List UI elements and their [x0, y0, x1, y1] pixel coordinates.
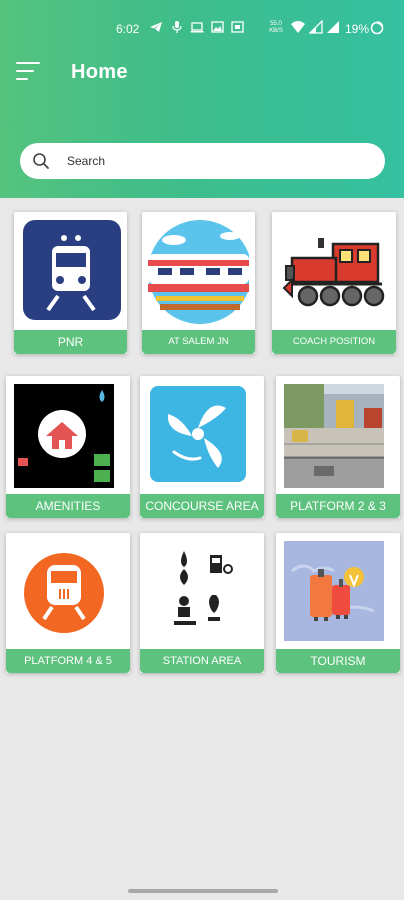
tile-pnr[interactable]: PNR [14, 212, 127, 354]
tile-tourism[interactable]: TOURISM [276, 533, 400, 673]
tile-label: COACH POSITION [272, 330, 396, 354]
data-speed: 55.0 KB/S [269, 21, 283, 34]
search-input[interactable]: Search [20, 143, 385, 179]
status-time: 6:02 [116, 22, 140, 36]
tile-station-area[interactable]: STATION AREA [140, 533, 264, 673]
microphone-icon [172, 21, 182, 33]
status-bar: 6:02 55.0 KB/S 19% [0, 14, 404, 42]
tile-label: TOURISM [276, 649, 400, 673]
wifi-icon [291, 21, 305, 33]
hamburger-menu-icon[interactable] [16, 62, 42, 82]
battery-icon [370, 21, 384, 35]
search-placeholder: Search [67, 154, 106, 168]
signal-icon [309, 20, 323, 34]
tile-label: CONCOURSE AREA [140, 494, 264, 518]
tile-label: STATION AREA [140, 649, 264, 673]
tile-label: AT SALEM JN [142, 330, 255, 354]
locomotive-icon [278, 218, 390, 328]
telegram-icon [150, 22, 162, 32]
platform-photo [284, 384, 384, 488]
station-facilities-icon [148, 541, 256, 645]
laptop-icon [190, 22, 204, 33]
fan-icon [148, 384, 248, 488]
tile-amenities[interactable]: AMENITIES [6, 376, 130, 518]
amenities-icon [14, 384, 114, 488]
tile-concourse-area[interactable]: CONCOURSE AREA [140, 376, 264, 518]
search-icon [33, 153, 49, 169]
train-circle-icon [14, 541, 122, 645]
tile-label: AMENITIES [6, 494, 130, 518]
tile-at-salem-jn[interactable]: AT SALEM JN [142, 212, 255, 354]
tile-coach-position[interactable]: COACH POSITION [272, 212, 396, 354]
page-title: Home [71, 61, 128, 83]
battery-percentage: 19% [345, 22, 370, 36]
gesture-nav-handle[interactable] [128, 889, 278, 893]
tile-label: PLATFORM 4 & 5 [6, 649, 130, 673]
tile-platform-4-5[interactable]: PLATFORM 4 & 5 [6, 533, 130, 673]
tile-label: PNR [14, 330, 127, 354]
tile-label: PLATFORM 2 & 3 [276, 494, 400, 518]
train-side-icon [148, 218, 249, 328]
travel-luggage-icon [284, 541, 384, 645]
app-header: 6:02 55.0 KB/S 19% Home Search [0, 0, 404, 198]
tile-platform-2-3[interactable]: PLATFORM 2 & 3 [276, 376, 400, 518]
screenshot-icon [231, 21, 244, 33]
gallery-icon [211, 21, 224, 33]
signal-icon-2 [327, 21, 339, 33]
train-front-icon [20, 218, 121, 328]
